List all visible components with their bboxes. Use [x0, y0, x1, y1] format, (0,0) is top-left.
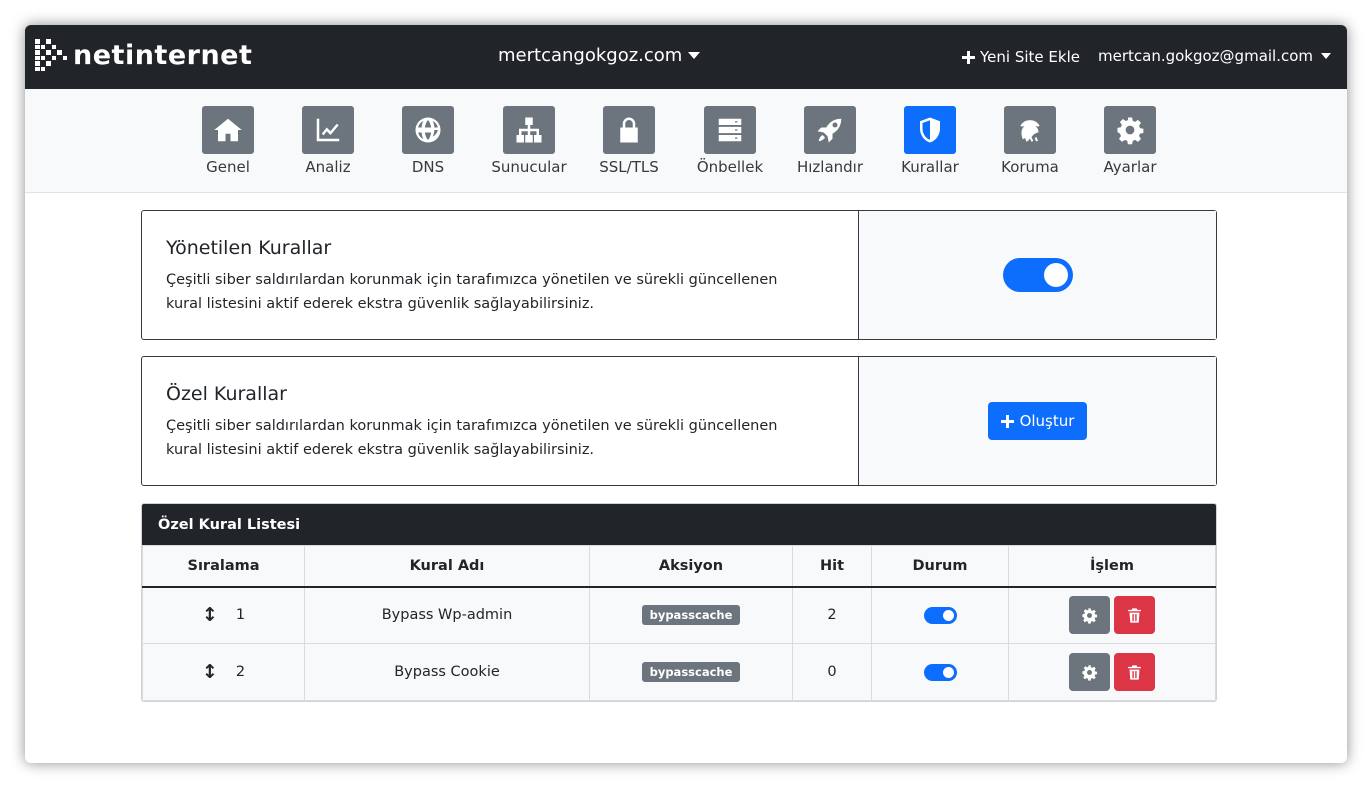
home-icon — [202, 106, 254, 154]
ops-cell — [1008, 643, 1216, 701]
gear-icon — [1082, 608, 1098, 624]
status-toggle[interactable] — [923, 663, 957, 681]
nav-item-sunucular[interactable]: Sunucular — [479, 106, 579, 176]
create-rule-label: Oluştur — [1019, 412, 1075, 430]
order-cell: ↕ 1 — [142, 586, 305, 644]
nav-label: DNS — [411, 158, 445, 176]
chevron-down-icon — [688, 52, 701, 59]
order-value: 1 — [235, 607, 246, 624]
custom-rule-list-title: Özel Kural Listesi — [142, 504, 1216, 545]
plus-icon — [1000, 414, 1014, 428]
custom-rule-list: Özel Kural Listesi Sıralama Kural Adı Ak… — [141, 503, 1217, 702]
nav-label: Genel — [206, 158, 250, 176]
col-status[interactable]: Durum — [871, 545, 1009, 588]
status-cell — [871, 643, 1009, 701]
ops-cell — [1008, 586, 1216, 644]
nav-item-genel[interactable]: Genel — [178, 106, 278, 176]
shield-icon — [904, 106, 956, 154]
app-window: netinternet mertcangokgoz.com Yeni Site … — [25, 25, 1347, 763]
nav-label: Sunucular — [491, 158, 567, 176]
managed-rules-description: Çeşitli siber saldırılardan korunmak içi… — [166, 272, 778, 312]
domain-selector[interactable]: mertcangokgoz.com — [498, 45, 701, 66]
nav-item-ssl-tls[interactable]: SSL/TLS — [579, 106, 679, 176]
nav-label: Ayarlar — [1103, 158, 1157, 176]
action-badge: bypasscache — [641, 662, 741, 682]
managed-rules-info: Yönetilen Kurallar Çeşitli siber saldırı… — [142, 211, 859, 339]
logo[interactable]: netinternet — [35, 39, 252, 71]
nav-label: Önbellek — [696, 158, 764, 176]
managed-rules-control — [859, 211, 1216, 339]
col-order[interactable]: Sıralama — [142, 545, 305, 588]
col-name[interactable]: Kural Adı — [304, 545, 590, 588]
hit-count: 2 — [792, 586, 872, 644]
rule-table: Sıralama Kural Adı Aksiyon Hit Durum İşl… — [142, 545, 1216, 701]
managed-rules-toggle[interactable] — [1002, 258, 1073, 292]
nav-item-dns[interactable]: DNS — [378, 106, 478, 176]
nav-label: Koruma — [1001, 158, 1059, 176]
domain-name: mertcangokgoz.com — [498, 45, 683, 66]
status-toggle[interactable] — [923, 606, 957, 624]
action-cell: bypasscache — [589, 643, 793, 701]
col-hit[interactable]: Hit — [792, 545, 872, 588]
edit-rule-button[interactable] — [1069, 596, 1110, 635]
managed-rules-card: Yönetilen Kurallar Çeşitli siber saldırı… — [141, 210, 1217, 340]
col-action[interactable]: Aksiyon — [589, 545, 793, 588]
user-email: mertcan.gokgoz@gmail.com — [1098, 47, 1314, 65]
custom-rules-info: Özel Kurallar Çeşitli siber saldırılarda… — [142, 357, 859, 485]
chart-line-icon — [302, 106, 354, 154]
nav-label: Kurallar — [901, 158, 959, 176]
custom-rules-card: Özel Kurallar Çeşitli siber saldırılarda… — [141, 356, 1217, 486]
custom-rules-control: Oluştur — [859, 357, 1216, 485]
custom-rules-title: Özel Kurallar — [166, 383, 287, 405]
fingerprint-icon — [1004, 106, 1056, 154]
globe-icon — [402, 106, 454, 154]
nav-item-ayarlar[interactable]: Ayarlar — [1080, 106, 1180, 176]
hit-count: 0 — [792, 643, 872, 701]
nav-item-koruma[interactable]: Koruma — [980, 106, 1080, 176]
top-navbar: netinternet mertcangokgoz.com Yeni Site … — [25, 25, 1347, 89]
add-site-label: Yeni Site Ekle — [980, 48, 1080, 66]
table-header-row: Sıralama Kural Adı Aksiyon Hit Durum İşl… — [142, 545, 1216, 588]
table-row: ↕ 2 Bypass Cookie bypasscache 0 — [142, 643, 1216, 701]
nav-item-hizlandir[interactable]: Hızlandır — [780, 106, 880, 176]
action-cell: bypasscache — [589, 586, 793, 644]
nav-label: Hızlandır — [796, 158, 864, 176]
nav-item-analiz[interactable]: Analiz — [278, 106, 378, 176]
nav-item-onbellek[interactable]: Önbellek — [680, 106, 780, 176]
rule-name: Bypass Cookie — [304, 643, 590, 701]
drag-handle-icon[interactable]: ↕ — [202, 604, 218, 626]
gear-icon — [1082, 664, 1098, 681]
logo-mark-icon — [35, 39, 67, 71]
trash-icon — [1128, 664, 1141, 680]
delete-rule-button[interactable] — [1114, 596, 1155, 635]
gear-icon — [1104, 106, 1156, 154]
custom-rules-description: Çeşitli siber saldırılardan korunmak içi… — [166, 418, 778, 458]
delete-rule-button[interactable] — [1114, 653, 1155, 691]
trash-icon — [1128, 608, 1141, 623]
server-icon — [704, 106, 756, 154]
order-value: 2 — [235, 664, 246, 680]
nav-label: Analiz — [305, 158, 351, 176]
rocket-icon — [804, 106, 856, 154]
drag-handle-icon[interactable]: ↕ — [202, 661, 218, 683]
section-nav: Genel Analiz DNS Sunucular SSL/TLS Önbel… — [25, 89, 1347, 193]
action-badge: bypasscache — [641, 605, 741, 626]
network-icon — [503, 106, 555, 154]
status-cell — [871, 586, 1009, 644]
lock-icon — [603, 106, 655, 154]
nav-label: SSL/TLS — [599, 158, 659, 176]
edit-rule-button[interactable] — [1069, 653, 1110, 691]
plus-icon — [962, 50, 975, 64]
logo-text: netinternet — [73, 39, 253, 71]
table-row: ↕ 1 Bypass Wp-admin bypasscache 2 — [142, 586, 1216, 644]
rule-name: Bypass Wp-admin — [304, 586, 590, 644]
managed-rules-title: Yönetilen Kurallar — [166, 237, 332, 259]
add-site-button[interactable]: Yeni Site Ekle — [962, 48, 1080, 66]
user-menu[interactable]: mertcan.gokgoz@gmail.com — [1098, 47, 1332, 65]
order-cell: ↕ 2 — [142, 643, 305, 701]
nav-item-kurallar[interactable]: Kurallar — [880, 106, 980, 176]
create-rule-button[interactable]: Oluştur — [987, 402, 1088, 440]
chevron-down-icon — [1321, 53, 1332, 59]
col-ops: İşlem — [1008, 545, 1216, 588]
